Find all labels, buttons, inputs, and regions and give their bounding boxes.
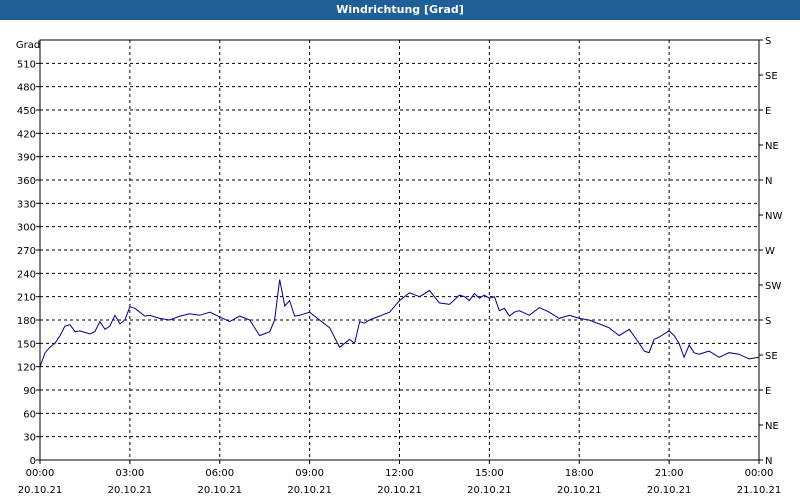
right-tick-label: N xyxy=(765,456,772,467)
y-tick-label: 300 xyxy=(17,223,36,234)
right-tick-label: NE xyxy=(765,421,779,432)
x-tick-time: 00:00 xyxy=(745,468,774,479)
wind-direction-chart: 0 30 60 90 120 150 180 210 240 270 300 330 360 390 420… xyxy=(16,36,783,496)
y-tick-label: 510 xyxy=(17,59,36,70)
right-tick-label: E xyxy=(765,106,771,117)
right-tick-label: NW xyxy=(765,211,782,222)
y-axis-label: Grad xyxy=(16,40,40,51)
left-axis-ticks: 0 30 60 90 120 150 180 210 240 270 300 330 360 390 420… xyxy=(17,59,40,467)
x-tick-date: 20.10.21 xyxy=(647,485,692,496)
right-axis-ticks: N NE E SE S SW W NW N NE E SE S xyxy=(759,36,782,467)
chart-grid xyxy=(40,39,759,460)
right-tick-label: SE xyxy=(765,71,778,82)
y-tick-label: 30 xyxy=(23,433,36,444)
y-tick-label: 240 xyxy=(17,269,36,280)
x-tick-time: 03:00 xyxy=(115,468,144,479)
right-tick-label: S xyxy=(765,316,771,327)
y-tick-label: 480 xyxy=(17,83,36,94)
x-tick-date: 20.10.21 xyxy=(287,485,332,496)
y-tick-label: 180 xyxy=(17,316,36,327)
y-tick-label: 120 xyxy=(17,363,36,374)
right-tick-label: W xyxy=(765,246,775,257)
right-tick-label: S xyxy=(765,36,771,47)
y-tick-label: 330 xyxy=(17,199,36,210)
y-tick-label: 390 xyxy=(17,153,36,164)
x-tick-date: 21.10.21 xyxy=(737,485,782,496)
x-tick-time: 00:00 xyxy=(26,468,55,479)
x-tick-time: 12:00 xyxy=(385,468,414,479)
right-tick-label: NE xyxy=(765,141,779,152)
y-tick-label: 60 xyxy=(23,409,36,420)
right-tick-label: SW xyxy=(765,281,781,292)
x-tick-date: 20.10.21 xyxy=(108,485,153,496)
x-tick-time: 18:00 xyxy=(565,468,594,479)
x-tick-time: 21:00 xyxy=(655,468,684,479)
right-tick-label: E xyxy=(765,386,771,397)
y-tick-label: 210 xyxy=(17,293,36,304)
y-tick-label: 90 xyxy=(23,386,36,397)
y-tick-label: 450 xyxy=(17,106,36,117)
x-axis-ticks: 00:00 20.10.21 03:00 20.10.21 06:00 20.10.21 0… xyxy=(18,460,782,496)
x-tick-time: 09:00 xyxy=(295,468,324,479)
x-tick-date: 20.10.21 xyxy=(197,485,242,496)
x-tick-time: 06:00 xyxy=(205,468,234,479)
x-tick-date: 20.10.21 xyxy=(467,485,512,496)
y-tick-label: 420 xyxy=(17,129,36,140)
y-tick-label: 150 xyxy=(17,339,36,350)
x-tick-date: 20.10.21 xyxy=(377,485,422,496)
x-tick-time: 15:00 xyxy=(475,468,504,479)
y-tick-label: 270 xyxy=(17,246,36,257)
y-tick-label: 360 xyxy=(17,176,36,187)
right-tick-label: N xyxy=(765,176,772,187)
x-tick-date: 20.10.21 xyxy=(18,485,63,496)
x-tick-date: 20.10.21 xyxy=(557,485,602,496)
y-tick-label: 0 xyxy=(30,456,36,467)
right-tick-label: SE xyxy=(765,351,778,362)
